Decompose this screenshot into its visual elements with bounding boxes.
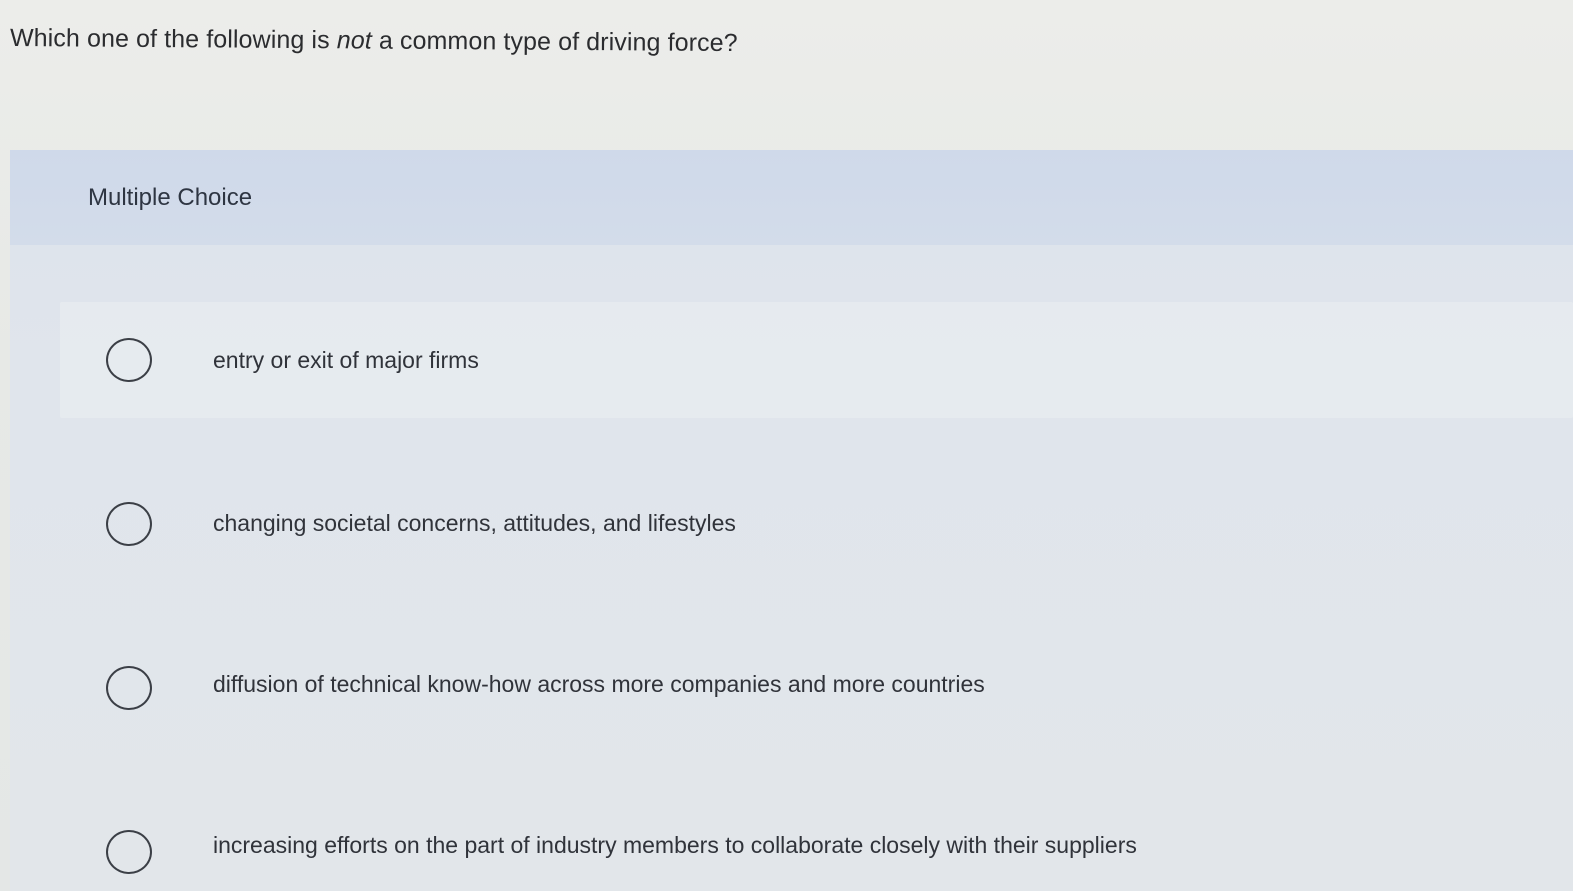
answer-option-1[interactable]: entry or exit of major firms	[60, 302, 1573, 418]
answer-option-3[interactable]: diffusion of technical know-how across m…	[60, 627, 1573, 743]
radio-button-icon[interactable]	[106, 338, 152, 382]
answer-option-label[interactable]: diffusion of technical know-how across m…	[213, 671, 985, 698]
question-text-after: a common type of driving force?	[371, 26, 738, 58]
multiple-choice-panel: Multiple Choice entry or exit of major f…	[10, 150, 1573, 891]
quiz-page: Which one of the following is not a comm…	[0, 0, 1573, 891]
multiple-choice-label: Multiple Choice	[88, 184, 253, 211]
answer-option-label[interactable]: increasing efforts on the part of indust…	[213, 832, 1137, 859]
radio-button-icon[interactable]	[106, 830, 152, 874]
question-emphasis: not	[336, 26, 372, 55]
radio-button-icon[interactable]	[106, 502, 152, 546]
multiple-choice-header: Multiple Choice	[10, 150, 1573, 245]
question-prompt: Which one of the following is not a comm…	[10, 24, 738, 58]
answer-option-2[interactable]: changing societal concerns, attitudes, a…	[60, 464, 1573, 580]
answer-option-4[interactable]: increasing efforts on the part of indust…	[60, 790, 1573, 891]
radio-button-icon[interactable]	[106, 666, 152, 710]
question-text-before: Which one of the following is	[9, 24, 337, 55]
answer-option-label[interactable]: changing societal concerns, attitudes, a…	[213, 510, 736, 537]
answer-option-label[interactable]: entry or exit of major firms	[213, 347, 479, 374]
